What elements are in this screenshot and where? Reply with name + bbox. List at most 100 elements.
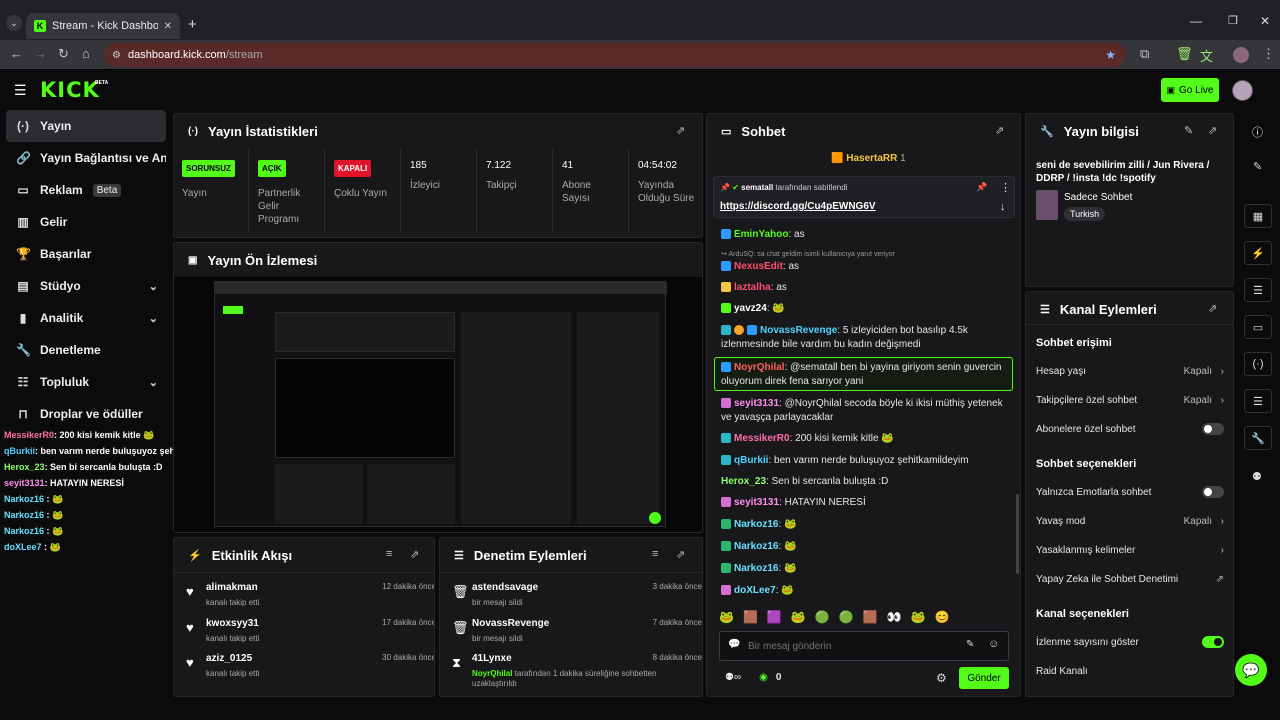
ai-suggest-icon[interactable]: ✎ — [966, 639, 974, 650]
popout-icon[interactable]: ⇗ — [676, 124, 685, 137]
chat-user[interactable]: Narkoz16 — [734, 563, 778, 574]
sidebar-item-studyo[interactable]: ▤ Stüdyo ⌄ — [6, 270, 166, 302]
popout-icon[interactable]: ⇗ — [676, 548, 685, 561]
emote-icon[interactable]: 🟢 — [815, 610, 830, 628]
chat-user[interactable]: Herox_23 — [721, 476, 766, 487]
emoji-picker-icon[interactable]: ☺ — [988, 638, 999, 650]
chat-user[interactable]: Narkoz16 — [734, 541, 778, 552]
broadcast-widget-button[interactable]: (·) — [1244, 352, 1272, 376]
kick-logo[interactable]: KICK — [40, 78, 100, 102]
filter-icon[interactable]: ≡ — [652, 548, 658, 560]
chat-message-input[interactable] — [748, 638, 948, 654]
chat-message[interactable]: doXLee7: 🐸 — [721, 584, 1007, 598]
bookmark-star-icon[interactable]: ★ — [1105, 48, 1116, 62]
sidebar-item-basarilar[interactable]: 🏆 Başarılar — [6, 238, 166, 270]
chat-input-box[interactable]: 💬 ✎ ☺ — [719, 631, 1009, 661]
unpin-icon[interactable]: 📌 — [976, 182, 987, 193]
pinned-link[interactable]: https://discord.gg/Cu4pEWNG6V — [720, 201, 876, 212]
minimize-button[interactable]: — — [1190, 14, 1202, 28]
show-viewers-toggle[interactable] — [1202, 636, 1224, 648]
profile-avatar[interactable] — [1233, 47, 1249, 63]
chat-user[interactable]: yavz24 — [734, 303, 767, 314]
chat-user[interactable]: MessikerR0 — [734, 433, 790, 444]
info-icon[interactable]: ⓘ — [1252, 124, 1263, 140]
emotes-only-toggle[interactable] — [1202, 486, 1224, 498]
reload-icon[interactable]: ↻ — [58, 46, 69, 62]
edit-layout-icon[interactable]: ✎ — [1253, 160, 1262, 173]
chat-message[interactable]: qBurkii: ben varım nerde buluşuyoz şehit… — [721, 454, 1007, 468]
info-widget-button[interactable]: 🔧 — [1244, 426, 1272, 450]
sidebar-item-denetleme[interactable]: 🔧 Denetleme — [6, 334, 166, 366]
url-field[interactable]: ⚙ dashboard.kick.com/stream ★ — [104, 43, 1126, 67]
actions-widget-button[interactable]: ☰ — [1244, 389, 1272, 413]
account-age-row[interactable]: Hesap yaşı Kapalı › — [1036, 366, 1224, 377]
activity-item[interactable]: ♥ alimakman kanalı takip etti 12 dakika önc… — [186, 582, 434, 616]
popout-icon[interactable]: ⇗ — [1208, 302, 1217, 315]
user-avatar[interactable] — [1232, 80, 1253, 101]
activity-widget-button[interactable]: ⚡ — [1244, 241, 1272, 265]
site-info-icon[interactable]: ⚙ — [112, 50, 121, 61]
chat-user[interactable]: qBurkii — [734, 455, 768, 466]
emote-icon[interactable]: 🟫 — [863, 610, 878, 628]
go-live-button[interactable]: ▣ Go Live — [1161, 78, 1219, 102]
chat-message[interactable]: EminYahoo: as — [721, 228, 1007, 242]
emote-icon[interactable]: 👀 — [887, 610, 902, 628]
emote-icon[interactable]: 🐸 — [791, 610, 806, 628]
chat-message[interactable]: MessikerR0: 200 kisi kemik kitle 🐸 — [721, 432, 1007, 446]
back-icon[interactable]: ← — [10, 46, 23, 61]
pinned-menu-icon[interactable]: ⋮ — [1000, 181, 1011, 194]
sidebar-item-reklam[interactable]: ▭ Reklam Beta — [6, 174, 166, 206]
home-icon[interactable]: ⌂ — [82, 46, 90, 61]
chat-settings-icon[interactable]: ⚙ — [936, 671, 947, 685]
browser-menu-icon[interactable]: ⋮ — [1262, 46, 1275, 62]
activity-item[interactable]: ♥ kwoxsyy31 kanalı takip etti 17 dakika önc… — [186, 618, 434, 652]
chat-message[interactable]: yavz24: 🐸 — [721, 302, 1007, 316]
slow-mode-row[interactable]: Yavaş mod Kapalı › — [1036, 516, 1224, 527]
chat-message[interactable]: Narkoz16: 🐸 — [721, 562, 1007, 576]
sidebar-item-gelir[interactable]: ▥ Gelir — [6, 206, 166, 238]
emote-icon[interactable]: 😊 — [935, 610, 950, 628]
chat-message[interactable]: NexusEdit: as — [721, 260, 1007, 274]
popout-icon[interactable]: ⇗ — [1208, 124, 1217, 137]
chat-message[interactable]: NoyrQhilal: @sematall ben bi yayina giri… — [721, 361, 1007, 389]
expand-pinned-icon[interactable]: ↓ — [1000, 201, 1006, 213]
followers-only-row[interactable]: Takipçilere özel sohbet Kapalı › — [1036, 395, 1224, 406]
popout-icon[interactable]: ⇗ — [410, 548, 419, 561]
sidebar-item-topluluk[interactable]: ☷ Topluluk ⌄ — [6, 366, 166, 398]
chat-message[interactable]: Narkoz16: 🐸 — [721, 540, 1007, 554]
ai-moderation-row[interactable]: Yapay Zeka ile Sohbet Denetimi ⇗ — [1036, 574, 1224, 585]
maximize-button[interactable]: ❐ — [1228, 14, 1238, 27]
subs-only-toggle[interactable] — [1202, 423, 1224, 435]
chat-message[interactable]: Herox_23: Sen bi sercanla buluşta :D — [721, 475, 1007, 489]
raid-channel-row[interactable]: Raid Kanalı — [1036, 666, 1224, 677]
chat-user[interactable]: NoyrQhilal — [734, 362, 785, 373]
sidebar-item-yayin[interactable]: (·) Yayın — [6, 110, 166, 142]
stream-preview-video[interactable] — [174, 277, 702, 532]
stats-widget-button[interactable]: ▦ — [1244, 204, 1272, 228]
emote-icon[interactable]: 🟢 — [839, 610, 854, 628]
chat-message[interactable]: Narkoz16: 🐸 — [721, 518, 1007, 532]
translate-icon[interactable]: 文 — [1200, 46, 1213, 65]
chat-user[interactable]: NexusEdit — [734, 261, 783, 272]
chat-user[interactable]: Narkoz16 — [734, 519, 778, 530]
chat-message[interactable]: NovassRevenge: 5 izleyiciden bot basılıp… — [721, 324, 1007, 352]
chat-message[interactable]: seyit3131: @NoyrQhilal secoda böyle ki i… — [721, 397, 1007, 425]
close-tab-icon[interactable]: ✕ — [164, 21, 172, 32]
send-button[interactable]: Gönder — [959, 667, 1009, 689]
chat-scrollbar[interactable] — [1016, 494, 1019, 574]
chat-user[interactable]: doXLee7 — [734, 585, 776, 596]
emote-icon[interactable]: 🐸 — [911, 610, 926, 628]
moderation-item[interactable]: 🗑 NovassRevenge bir mesajı sildi 7 dakika ö… — [452, 618, 702, 652]
chat-user[interactable]: seyit3131 — [734, 398, 779, 409]
moderation-item[interactable]: 🗑 astendsavage bir mesajı sildi 3 dakika ön… — [452, 582, 702, 616]
sidebar-item-droplar[interactable]: ⊓ Droplar ve ödüller — [6, 398, 166, 430]
chat-user[interactable]: laztalha — [734, 282, 771, 293]
emote-icon[interactable]: 🟫 — [743, 610, 758, 628]
support-chat-button[interactable]: 💬 — [1235, 654, 1267, 686]
forward-icon[interactable]: → — [34, 46, 47, 61]
moderation-item[interactable]: ⧗ 41Lynxe NoyrQhilal tarafından 1 dakika s… — [452, 653, 702, 693]
extension-trash-icon[interactable]: 🗑 — [1176, 46, 1193, 62]
browser-tab[interactable]: K Stream - Kick Dashboard ✕ — [26, 13, 180, 39]
users-icon[interactable]: ⚉∞ — [725, 672, 741, 683]
hamburger-menu-icon[interactable]: ☰ — [14, 82, 27, 99]
